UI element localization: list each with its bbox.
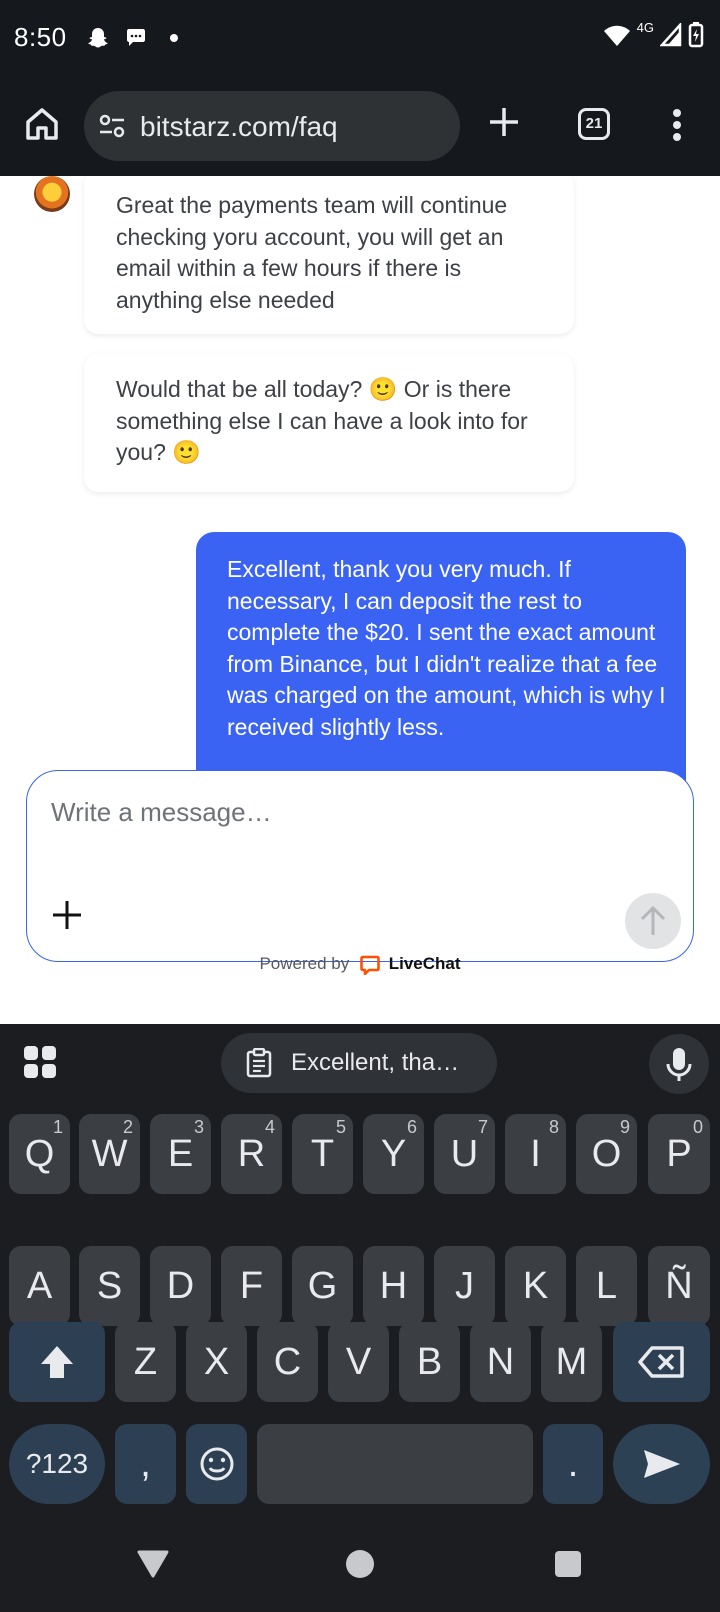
microphone-icon	[666, 1048, 692, 1081]
key-e[interactable]: E3	[150, 1114, 211, 1194]
snapchat-icon	[88, 28, 108, 48]
shift-icon	[41, 1346, 73, 1378]
status-time: 8:50	[14, 22, 67, 52]
key-b[interactable]: B	[399, 1322, 460, 1402]
key-r[interactable]: R4	[221, 1114, 282, 1194]
comma-key[interactable]: ,	[115, 1424, 176, 1504]
new-tab-button[interactable]	[488, 100, 520, 149]
key-s[interactable]: S	[79, 1246, 140, 1326]
emoji-icon	[200, 1447, 233, 1481]
powered-by-label: Powered by	[259, 954, 350, 973]
key-n[interactable]: N	[470, 1322, 531, 1402]
send-message-button[interactable]	[625, 893, 681, 949]
clipboard-icon	[246, 1048, 272, 1078]
key-j[interactable]: J	[434, 1246, 495, 1326]
powered-by: Powered by LiveChat	[0, 954, 720, 975]
key-z[interactable]: Z	[115, 1322, 176, 1402]
backspace-icon	[637, 1346, 684, 1378]
key-w[interactable]: W2	[79, 1114, 140, 1194]
agent-message: Great the payments team will continue ch…	[84, 176, 574, 334]
plus-icon	[53, 901, 81, 929]
url-text: bitstarz.com/faq	[140, 111, 338, 142]
wifi-icon	[603, 25, 630, 46]
status-bar: 8:50 4G	[0, 0, 720, 78]
enter-key[interactable]	[613, 1424, 710, 1504]
chat-window[interactable]: Great the payments team will continue ch…	[0, 176, 720, 1026]
chat-bubble-icon	[127, 29, 145, 46]
backspace-key[interactable]	[613, 1322, 710, 1402]
key-v[interactable]: V	[328, 1322, 389, 1402]
more-menu-icon	[673, 109, 681, 141]
keyboard-menu-button[interactable]	[22, 1044, 58, 1085]
arrow-up-icon	[640, 905, 666, 935]
clipboard-suggestion-text: Excellent, tha…	[291, 1049, 460, 1076]
key-h[interactable]: H	[363, 1246, 424, 1326]
agent-avatar	[34, 176, 70, 212]
key-y[interactable]: Y6	[363, 1114, 424, 1194]
key-g[interactable]: G	[292, 1246, 353, 1326]
key-q[interactable]: Q1	[9, 1114, 70, 1194]
key-p[interactable]: P0	[648, 1114, 710, 1194]
key-l[interactable]: L	[576, 1246, 637, 1326]
apps-grid-icon	[24, 1046, 56, 1078]
key-m[interactable]: M	[541, 1322, 602, 1402]
clipboard-suggestion[interactable]: Excellent, tha…	[221, 1033, 497, 1093]
emoji-key[interactable]	[186, 1424, 247, 1504]
home-icon	[26, 108, 58, 140]
key-a[interactable]: A	[9, 1246, 70, 1326]
shift-key[interactable]	[9, 1322, 105, 1402]
voice-input-button[interactable]	[649, 1034, 709, 1094]
home-nav-icon[interactable]	[344, 1548, 376, 1580]
address-bar[interactable]: bitstarz.com/faq	[84, 91, 460, 161]
system-nav-bar	[0, 1510, 720, 1612]
key-f[interactable]: F	[221, 1246, 282, 1326]
key-k[interactable]: K	[505, 1246, 566, 1326]
key-u[interactable]: U7	[434, 1114, 495, 1194]
site-settings-icon[interactable]	[98, 113, 126, 139]
home-button[interactable]	[22, 104, 62, 144]
key-t[interactable]: T5	[292, 1114, 353, 1194]
key-d[interactable]: D	[150, 1246, 211, 1326]
attach-button[interactable]	[53, 901, 81, 934]
space-key[interactable]	[257, 1424, 533, 1504]
livechat-brand[interactable]: LiveChat	[389, 954, 461, 973]
tab-switcher-button[interactable]: 21	[578, 108, 610, 140]
user-message: Excellent, thank you very much. If neces…	[196, 532, 686, 792]
recents-icon[interactable]	[554, 1550, 582, 1578]
dot-icon	[170, 34, 178, 42]
key-n-tilde[interactable]: Ñ	[648, 1246, 710, 1326]
key-i[interactable]: I8	[505, 1114, 566, 1194]
key-x[interactable]: X	[186, 1322, 247, 1402]
agent-message: Would that be all today? 🙂 Or is there s…	[84, 354, 574, 492]
message-input[interactable]: Write a message…	[51, 797, 272, 828]
battery-icon	[688, 22, 704, 48]
new-tab-icon	[490, 108, 518, 136]
key-o[interactable]: O9	[576, 1114, 637, 1194]
browser-toolbar: bitstarz.com/faq 21	[0, 78, 720, 176]
network-type: 4G	[636, 19, 654, 35]
message-composer[interactable]: Write a message…	[26, 770, 694, 962]
period-key[interactable]: .	[543, 1424, 603, 1504]
back-icon[interactable]	[136, 1546, 170, 1580]
send-arrow-icon	[643, 1450, 680, 1478]
livechat-logo-icon	[360, 955, 380, 975]
signal-icon	[660, 23, 682, 47]
key-c[interactable]: C	[257, 1322, 318, 1402]
more-menu-button[interactable]	[672, 108, 682, 147]
symbols-key[interactable]: ?123	[9, 1424, 105, 1504]
